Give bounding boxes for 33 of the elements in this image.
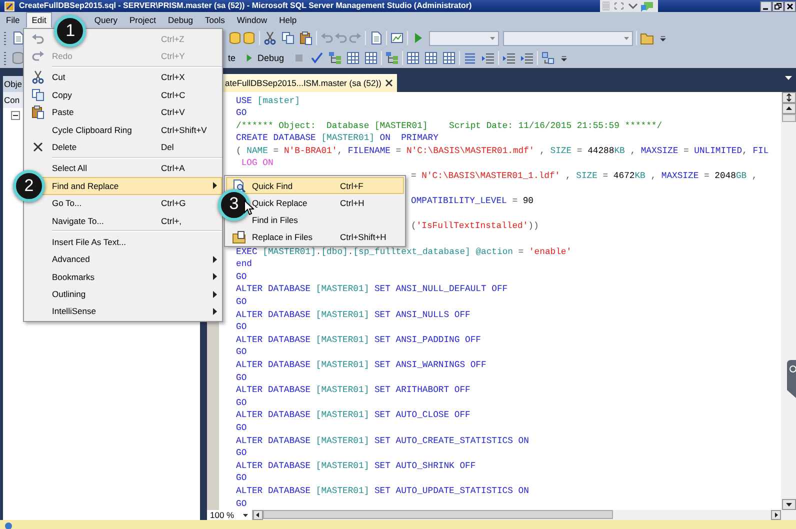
code-line: ALTER DATABASE [MASTER01] SET AUTO_CREATE_STATISTICS ON xyxy=(236,434,529,448)
code-line: ('IsFullTextInstalled')) xyxy=(411,220,539,234)
code-line: ALTER DATABASE [MASTER01] SET ANSI_PADDING OFF xyxy=(236,334,481,346)
code-line: GO xyxy=(236,447,247,460)
code-line: LOG ON xyxy=(240,157,274,170)
code-line: GO xyxy=(236,321,247,334)
code-line: /****** Object: Database [MASTER01] Script Date: 11/16/2015 21:55:59 ******/ xyxy=(236,120,662,132)
code-line: ALTER DATABASE [MASTER01] SET ANSI_NULL_DEFAULT OFF xyxy=(236,283,508,296)
code-line: CREATE DATABASE [MASTER01] ON PRIMARY xyxy=(236,132,438,145)
code-line: ALTER DATABASE [MASTER01] SET ANSI_NULLS OFF xyxy=(236,308,470,322)
code-line: ALTER DATABASE [MASTER01] SET AUTO_UPDATE_STATISTICS ON xyxy=(236,484,529,498)
panel-title: Obje xyxy=(4,79,22,89)
code-line: EXEC [MASTER01].[dbo].[sp_fulltext_database] @action = 'enable' xyxy=(236,246,572,258)
code-line: GO xyxy=(236,422,247,435)
code-line: ALTER DATABASE [MASTER01] SET AUTO_SHRINK OFF xyxy=(236,460,476,472)
code-line: GO xyxy=(236,296,247,309)
code-line: = N'C:\BASIS\MASTER01_1.ldf' , SIZE = 4672KB , MAXSIZE = 2048GB , xyxy=(411,170,758,183)
code-line: GO xyxy=(236,346,247,359)
step-callout-tooltip: 1 xyxy=(54,15,86,47)
code-line: GO xyxy=(236,270,247,284)
code-line: GO xyxy=(236,372,247,384)
code-line: ALTER DATABASE [MASTER01] SET AUTO_CLOSE OFF xyxy=(236,409,470,422)
window-title: CreateFullDBSep2015.sql - SERVER\PRISM.master (sa (52)) - Microsoft SQL Server Management Studio (Administrator) xyxy=(19,0,472,12)
code-line: ( NAME = N'B-BRA01', FILENAME = N'C:\BASIS\MASTER01.mdf' , SIZE = 44288KB , MAXSIZE = UNLIMITED, FIL xyxy=(236,144,769,158)
code-line: ALTER DATABASE [MASTER01] SET ANSI_WARNINGS OFF xyxy=(236,358,486,372)
code-line: GO xyxy=(236,472,247,485)
code-line: USE [master] xyxy=(236,94,300,108)
code-line: GO xyxy=(236,498,247,510)
code-line: end xyxy=(236,258,252,271)
code-line: GO xyxy=(236,107,247,120)
code-line: OMPATIBILITY_LEVEL = 90 xyxy=(411,195,534,208)
code-line: GO xyxy=(236,396,247,410)
code-line: ALTER DATABASE [MASTER01] SET ARITHABORT OFF xyxy=(236,384,470,397)
